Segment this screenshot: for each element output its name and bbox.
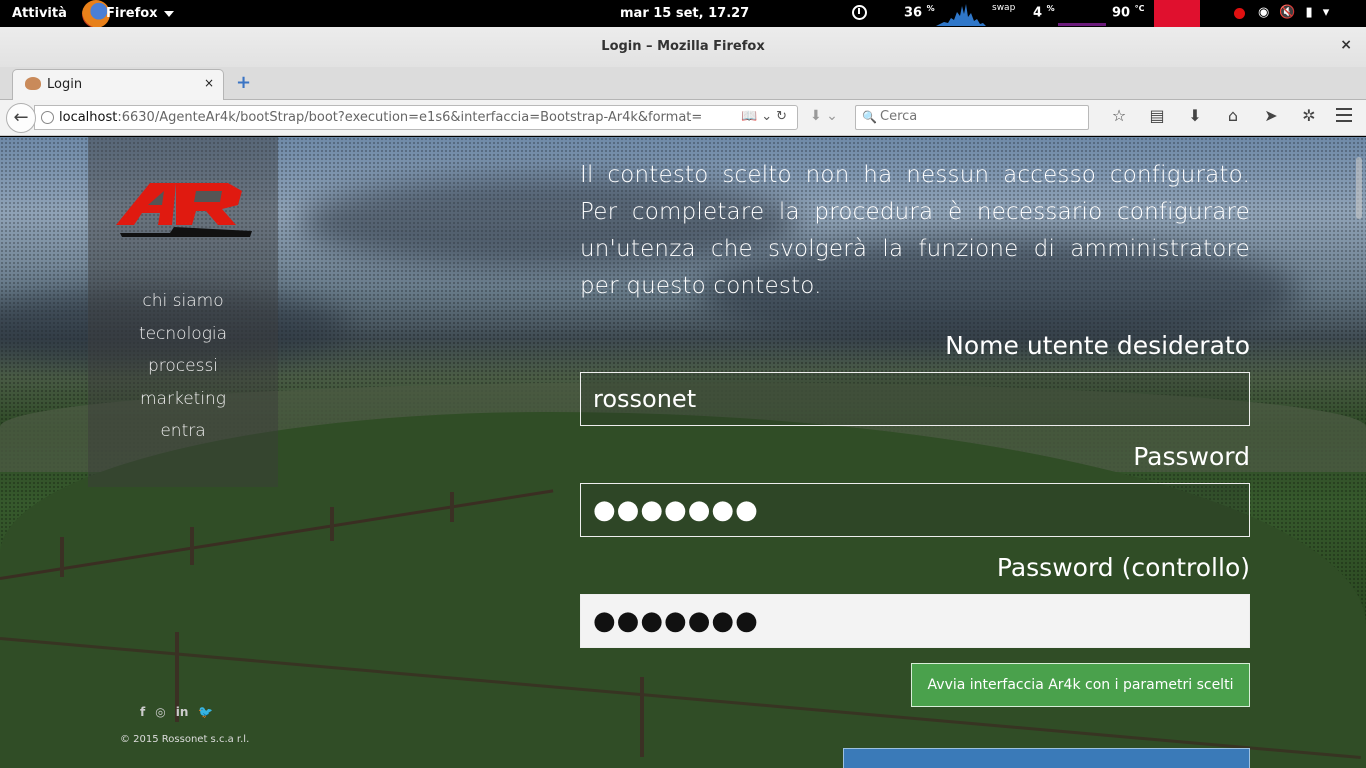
search-icon: 🔍 [862,110,877,124]
extension-icon[interactable]: ✲ [1290,106,1328,125]
copyright: © 2015 Rossonet s.c.a r.l. [120,734,250,745]
linkedin-icon[interactable]: in [176,705,189,719]
new-tab-button[interactable]: + [236,72,251,93]
nav-marketing[interactable]: marketing [88,383,278,416]
temperature: 90 °C [1112,4,1145,21]
chevron-down-icon[interactable]: ▾ [1323,5,1330,20]
brain-favicon-icon [25,77,41,90]
record-icon[interactable] [1234,8,1245,19]
swap-usage: 4 % [1033,4,1055,21]
app-menu[interactable]: Firefox [82,0,174,28]
temperature-graph [1154,0,1200,27]
cpu-usage: 36 % [904,4,935,21]
toolbar-icons[interactable]: ☆ ▤ ⬇ ⌂ ➤ ✲ [1100,106,1328,125]
social-links: f ◎ in 🐦 [140,705,213,719]
wifi-icon[interactable]: ◉ [1258,5,1269,20]
back-arrow-icon: ← [13,107,29,128]
download-dropdown-icon[interactable]: ⬇ ⌄ [810,108,838,124]
window-close-icon[interactable]: × [1340,37,1352,53]
page-scrollbar[interactable] [1352,137,1366,768]
clock[interactable]: mar 15 set, 17.27 [620,6,749,21]
password-check-label: Password (controllo) [996,553,1250,582]
swap-bar [1058,23,1106,26]
url-text[interactable]: localhost:6630/AgenteAr4k/bootStrap/boot… [59,110,702,125]
nav-processi[interactable]: processi [88,350,278,383]
nav-entra[interactable]: entra [88,415,278,448]
fence-post [330,507,334,541]
globe-icon [41,111,54,124]
navigation-toolbar: localhost:6630/AgenteAr4k/bootStrap/boot… [0,100,1366,136]
reader-view-icon[interactable]: 📖 [741,109,761,124]
home-icon[interactable]: ⌂ [1214,106,1252,125]
clock-icon[interactable] [852,5,867,20]
download-icon[interactable]: ⬇ [1176,106,1214,125]
sidebar: chi siamo tecnologia processi marketing … [88,137,278,487]
submit-button[interactable]: Avvia interfaccia Ar4k con i parametri s… [911,663,1250,707]
dropdown-icon[interactable]: ⌄ [761,109,776,124]
main-nav: chi siamo tecnologia processi marketing … [88,285,278,448]
tab-label: Login [47,77,83,92]
tab-strip: Login × + [0,67,1366,100]
cpu-graph-icon [936,4,986,26]
battery-icon[interactable]: ▮ [1306,5,1313,20]
window-titlebar: Login – Mozilla Firefox × [0,27,1366,67]
activities-button[interactable]: Attività [12,6,67,21]
gnome-top-bar: Attività Firefox mar 15 set, 17.27 36 % … [0,0,1366,28]
app-menu-label: Firefox [106,6,158,21]
facebook-icon[interactable]: f [140,705,145,719]
back-button[interactable]: ← [6,103,36,133]
intro-text: Il contesto scelto non ha nessun accesso… [580,162,1250,299]
menu-icon[interactable] [1336,108,1352,122]
caret-down-icon [163,10,174,17]
nav-tecnologia[interactable]: tecnologia [88,318,278,351]
fence-post [640,677,644,757]
send-icon[interactable]: ➤ [1252,106,1290,125]
github-icon[interactable]: ◎ [155,705,165,719]
search-bar[interactable]: 🔍 [855,105,1089,130]
window-title: Login – Mozilla Firefox [601,39,765,54]
system-tray[interactable]: ◉ 🔇 ▮ ▾ [1258,5,1329,20]
secondary-button[interactable] [843,748,1250,768]
scrollbar-thumb[interactable] [1356,157,1362,219]
tab-close-icon[interactable]: × [204,76,214,90]
tab-login[interactable]: Login × [12,69,224,100]
reading-list-icon[interactable]: ▤ [1138,106,1176,125]
search-input[interactable] [880,109,1080,124]
fence-post [190,527,194,565]
twitter-icon[interactable]: 🐦 [198,705,213,719]
volume-muted-icon[interactable]: 🔇 [1279,5,1295,20]
url-bar-icons[interactable]: 📖⌄↻ [741,109,791,124]
bookmark-star-icon[interactable]: ☆ [1100,106,1138,125]
username-label: Nome utente desiderato [945,331,1250,360]
reload-icon[interactable]: ↻ [776,109,791,124]
password-check-input[interactable]: ●●●●●●● [580,594,1250,648]
swap-label: swap [992,3,1016,13]
nav-chi-siamo[interactable]: chi siamo [88,285,278,318]
fence-post [60,537,64,577]
url-bar[interactable]: localhost:6630/AgenteAr4k/bootStrap/boot… [34,105,798,130]
fence-post [450,492,454,522]
username-input[interactable]: rossonet [580,372,1250,426]
password-input[interactable]: ●●●●●●● [580,483,1250,537]
page-viewport: chi siamo tecnologia processi marketing … [0,137,1366,768]
ar4k-logo[interactable] [110,175,260,245]
password-label: Password [1133,442,1250,471]
